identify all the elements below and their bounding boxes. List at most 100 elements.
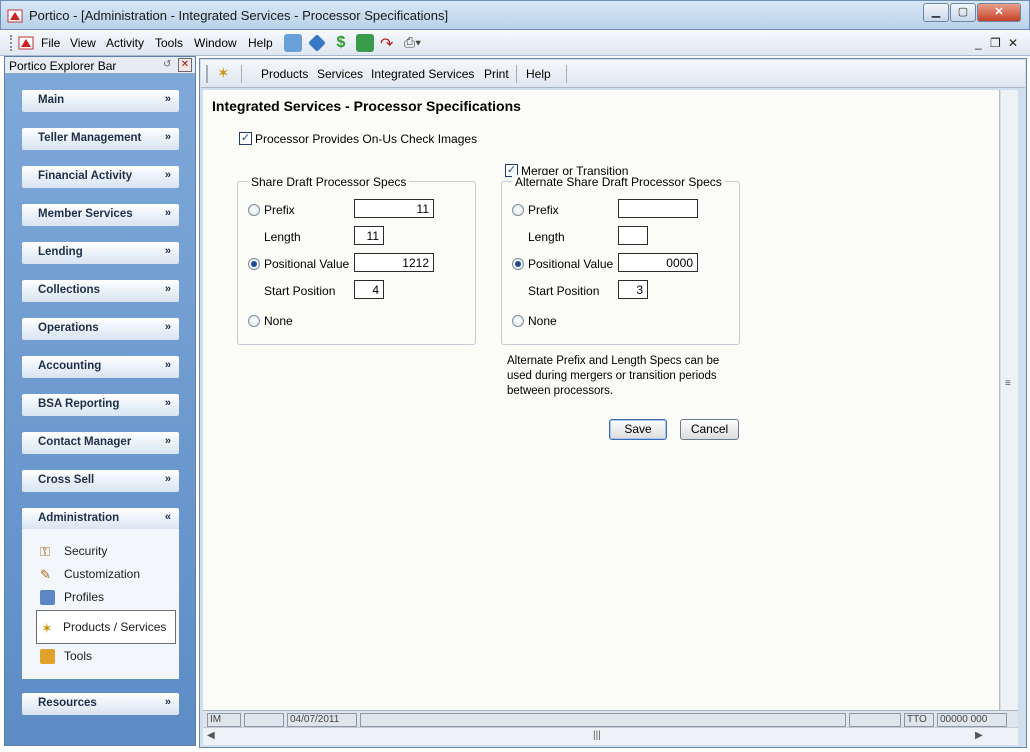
status-cell [360,713,846,727]
portico-logo-icon [7,8,23,24]
onus-checkbox[interactable]: ✓ [239,132,252,145]
wrench-icon: ✎ [40,567,51,582]
save-button[interactable]: Save [609,419,667,440]
group-label: Lending [38,246,83,258]
status-date: 04/07/2011 [287,713,357,727]
primary-prefix-radio[interactable] [248,204,260,216]
explorer-close-icon[interactable]: ✕ [178,58,192,72]
primary-none-radio[interactable] [248,315,260,327]
group-label: Financial Activity [38,170,133,182]
alternate-start-input[interactable]: 3 [618,280,648,299]
vertical-scrollbar[interactable]: ≡ [1001,90,1018,710]
alternate-specs-group: Alternate Share Draft Processor Specs Pr… [501,175,740,345]
tag-icon[interactable] [308,34,326,52]
menu-tools[interactable]: Tools [155,36,183,50]
group-label: Contact Manager [38,436,132,448]
chevron-down-icon: » [164,245,171,257]
mdi-minimize-button[interactable]: _ [975,36,982,50]
toolbar-products[interactable]: Products [261,67,308,81]
group-collections[interactable]: Collections » [22,280,179,302]
alternate-positional-input[interactable]: 0000 [618,253,698,272]
group-lending[interactable]: Lending » [22,242,179,264]
group-resources[interactable]: Resources » [22,693,179,715]
menu-view[interactable]: View [70,36,96,50]
menu-window[interactable]: Window [194,36,237,50]
download-icon[interactable] [356,34,374,52]
alternate-positional-radio[interactable] [512,258,524,270]
products-star-icon[interactable]: ✶ [217,64,230,82]
main-frame: ✶ Products Services Integrated Services … [199,58,1027,748]
scroll-right-icon[interactable]: ▶ [975,730,983,741]
primary-start-input[interactable]: 4 [354,280,384,299]
group-cross-sell[interactable]: Cross Sell » [22,470,179,492]
chevron-down-icon: » [164,359,171,371]
maximize-button[interactable]: ▢ [950,3,976,22]
sidebar-item-products-services[interactable]: ✶ Products / Services [36,610,176,644]
group-administration[interactable]: Administration « [22,508,179,530]
window-title: Portico - [Administration - Integrated S… [29,8,449,23]
sidebar-item-label: Profiles [64,590,105,604]
group-member-services[interactable]: Member Services » [22,204,179,226]
dollar-icon[interactable]: $ [332,34,350,52]
group-main[interactable]: Main » [22,90,179,112]
toolbar-services[interactable]: Services [317,67,363,81]
members-icon[interactable] [284,34,302,52]
toolbar-help[interactable]: Help [526,67,551,81]
scroll-grip-icon: ||| [593,730,601,741]
primary-prefix-input[interactable]: 11 [354,199,434,218]
redo-arrow-icon[interactable]: ↷ [380,34,398,53]
primary-positional-input[interactable]: 1212 [354,253,434,272]
scroll-left-icon[interactable]: ◀ [207,730,215,741]
menubar-grip[interactable] [10,35,13,51]
horizontal-scrollbar[interactable]: ◀ ||| ▶ [203,727,1018,745]
toolbar-integrated-services[interactable]: Integrated Services [371,67,474,81]
window-titlebar: Portico - [Administration - Integrated S… [0,0,1030,30]
share-draft-specs-group: Share Draft Processor Specs Prefix 11 Le… [237,175,476,345]
app-menu-icon[interactable] [18,35,34,51]
mdi-restore-button[interactable]: ❐ [990,36,1001,50]
status-cell: IM [207,713,241,727]
alternate-prefix-radio[interactable] [512,204,524,216]
sidebar-item-label: Security [64,544,108,558]
group-teller-management[interactable]: Teller Management » [22,128,179,150]
chevron-up-icon: « [164,511,171,523]
menu-file[interactable]: File [41,36,60,50]
toolbar-separator [566,65,567,83]
group-label: Collections [38,284,100,296]
group-label: BSA Reporting [38,398,120,410]
minimize-button[interactable]: ▁ [923,3,949,22]
printer-icon[interactable]: ⎙▾ [404,34,422,52]
chevron-down-icon: » [164,207,171,219]
close-button[interactable]: ✕ [977,3,1021,22]
administration-panel: ⚿ Security ✎ Customization Profiles ✶ Pr… [22,529,179,679]
chevron-down-icon: » [164,93,171,105]
menu-activity[interactable]: Activity [106,36,144,50]
content-pane: Integrated Services - Processor Specific… [203,90,1000,710]
group-contact-manager[interactable]: Contact Manager » [22,432,179,454]
chevron-down-icon: » [164,131,171,143]
primary-positional-radio[interactable] [248,258,260,270]
menu-help[interactable]: Help [248,36,273,50]
scroll-grip-icon: ≡ [1005,378,1011,389]
primary-length-input[interactable]: 11 [354,226,384,245]
alternate-prefix-label: Prefix [528,203,559,217]
alternate-length-input[interactable] [618,226,648,245]
group-label: Main [38,94,65,106]
group-financial-activity[interactable]: Financial Activity » [22,166,179,188]
mdi-close-button[interactable]: ✕ [1008,36,1018,50]
group-accounting[interactable]: Accounting » [22,356,179,378]
group-label: Member Services [38,208,133,220]
toolbar-print[interactable]: Print [484,67,509,81]
primary-prefix-label: Prefix [264,203,295,217]
alternate-prefix-input[interactable] [618,199,698,218]
status-cell: TTO [904,713,934,727]
alternate-none-label: None [528,314,557,328]
toolbar-grip[interactable] [206,65,208,83]
onus-label: Processor Provides On-Us Check Images [255,132,478,146]
group-bsa-reporting[interactable]: BSA Reporting » [22,394,179,416]
cancel-button[interactable]: Cancel [680,419,739,440]
group-operations[interactable]: Operations » [22,318,179,340]
alternate-none-radio[interactable] [512,315,524,327]
status-bar: IM 04/07/2011 TTO 00000 000 [203,710,1018,727]
pin-icon[interactable]: ↺ [163,59,175,71]
